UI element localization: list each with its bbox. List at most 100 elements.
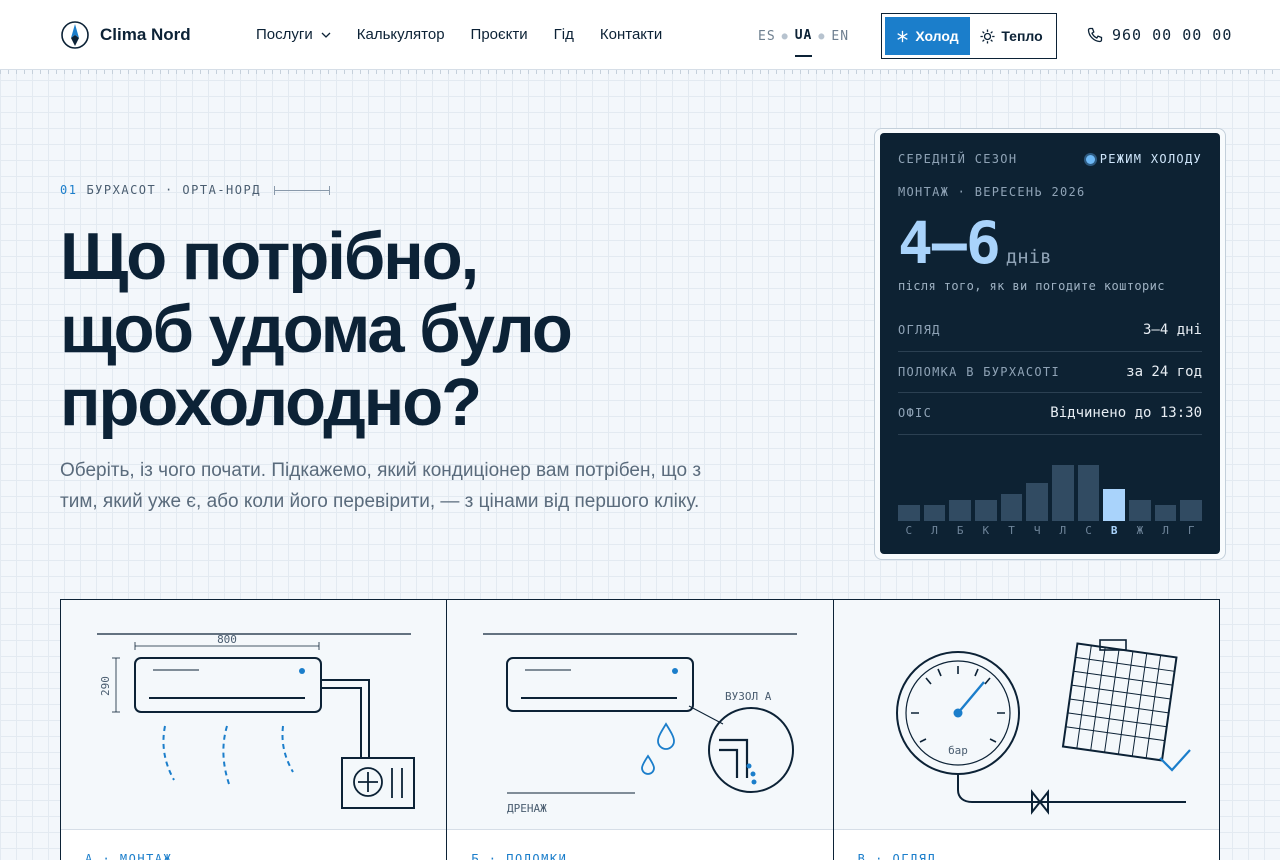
snowflake-icon: [897, 30, 908, 42]
feature-grid: 800 290 А · МОНТАЖ ВУЗОЛ А ДРЕНАЖ Б · ПО…: [60, 599, 1220, 860]
hero-title-line: прохолодно?: [60, 365, 482, 440]
sun-icon: [980, 28, 995, 44]
month-label: К: [982, 524, 990, 537]
feature-label: А · МОНТАЖ: [85, 852, 173, 860]
nav-item-services[interactable]: Послуги: [256, 26, 331, 43]
stat-label: ОГЛЯД: [898, 323, 941, 338]
season-bar: [1129, 500, 1151, 521]
nav-item-calculator[interactable]: Калькулятор: [357, 26, 445, 43]
month-label: Л: [1059, 524, 1067, 537]
duration-note: після того, як ви погодите кошторис: [898, 279, 1165, 293]
season-bar: [1077, 465, 1100, 521]
stat-value: Відчинено до 13:30: [1050, 405, 1202, 422]
feature-card-installation[interactable]: 800 290 А · МОНТАЖ: [61, 600, 448, 860]
badge-text: РЕЖИМ ХОЛОДУ: [1099, 152, 1202, 166]
feature-card-breakdowns[interactable]: ВУЗОЛ А ДРЕНАЖ Б · ПОЛОМКИ: [447, 600, 834, 860]
gauge-unit: бар: [948, 744, 968, 757]
season-bar: [975, 500, 997, 521]
month-label: Б: [956, 524, 964, 537]
node-label: ВУЗОЛ А: [725, 690, 772, 703]
feature-footer: А · МОНТАЖ: [61, 829, 447, 860]
eyebrow-number: 01: [60, 183, 78, 197]
stat-row: ОГЛЯД 3–4 дні: [898, 310, 1202, 352]
season-bar: [1026, 483, 1049, 521]
feature-label: В · ОГЛЯД: [857, 852, 937, 860]
ac-inspection-diagram: бар: [895, 639, 1191, 815]
season-bar: [1180, 500, 1203, 521]
season-label: СЕРЕДНІЙ СЕЗОН: [898, 152, 1018, 166]
feature-card-inspection[interactable]: бар В · ОГЛЯД: [833, 600, 1219, 860]
stat-value: за 24 год: [1126, 363, 1202, 380]
mode-warm-label: Тепло: [1001, 28, 1043, 44]
lang-separator: ●: [818, 31, 826, 42]
season-bar: [923, 505, 946, 521]
feature-footer: В · ОГЛЯД: [833, 829, 1219, 860]
feature-label: Б · ПОЛОМКИ: [471, 852, 568, 860]
phone-icon: [1087, 27, 1103, 43]
stat-label: ПОЛОМКА В БУРХАСОТІ: [898, 364, 1060, 379]
hero-title-line: щоб удома було: [60, 292, 573, 367]
nav-item-guide[interactable]: Гід: [554, 26, 574, 43]
stat-row: ПОЛОМКА В БУРХАСОТІ за 24 год: [898, 352, 1202, 393]
brand[interactable]: Clima Nord: [60, 20, 191, 50]
month-label: С: [905, 524, 913, 537]
season-bar: [949, 500, 972, 521]
nav-label-services: Послуги: [256, 26, 313, 43]
season-bar: [1103, 489, 1126, 521]
language-switcher: ES ● UA ● EN: [758, 28, 849, 57]
month-label: Ч: [1033, 524, 1041, 537]
eyebrow-rule: [273, 185, 330, 195]
installation-illustration: 800 290: [61, 600, 447, 829]
drain-label: ДРЕНАЖ: [507, 802, 547, 815]
breakdowns-illustration: ВУЗОЛ А ДРЕНАЖ: [447, 600, 833, 829]
hero-title: Що потрібно, щоб удома було прохолодно?: [60, 220, 780, 439]
main-nav: Послуги Калькулятор Проєкти Гід Контакти: [256, 26, 662, 43]
month-label: Г: [1187, 524, 1195, 537]
phone-link[interactable]: 960 00 00 00: [1087, 26, 1232, 44]
hero-subtitle: Оберіть, із чого почати. Підкажемо, який…: [60, 460, 702, 512]
phone-number: 960 00 00 00: [1112, 26, 1233, 44]
duration-unit: днів: [1005, 246, 1052, 268]
season-stats: ОГЛЯД 3–4 дні ПОЛОМКА В БУРХАСОТІ за 24 …: [898, 310, 1202, 435]
month-label: Л: [1162, 524, 1169, 537]
stat-row: ОФІС Відчинено до 13:30: [898, 393, 1202, 435]
month-label: В: [1110, 524, 1118, 537]
inspection-illustration: бар: [833, 600, 1219, 829]
season-bar: [898, 505, 920, 521]
mode-cold-label: Холод: [915, 28, 959, 44]
mode-warm-button[interactable]: Тепло: [970, 17, 1053, 55]
ac-breakdown-diagram: ВУЗОЛ А ДРЕНАЖ: [483, 633, 798, 815]
mode-cold-button[interactable]: Холод: [885, 17, 970, 55]
season-bar: [1000, 494, 1023, 521]
season-subtitle: МОНТАЖ · ВЕРЕСЕНЬ 2026: [898, 185, 1086, 199]
season-month-labels: СЛБКТЧЛСВЖЛГ: [898, 524, 1202, 537]
status-dot-icon: [1085, 154, 1095, 164]
lang-option-en[interactable]: EN: [831, 29, 849, 56]
lang-option-es[interactable]: ES: [758, 29, 776, 56]
duration-value: 4–6: [898, 209, 1001, 277]
nav-item-projects[interactable]: Проєкти: [471, 26, 528, 43]
month-label: Ж: [1136, 524, 1144, 537]
lang-separator: ●: [781, 31, 789, 42]
site-header: Clima Nord Послуги Калькулятор Проєкти Г…: [0, 0, 1280, 74]
ac-install-diagram: 800 290: [97, 633, 415, 809]
month-label: С: [1085, 524, 1092, 537]
mode-toggle: Холод Тепло: [881, 13, 1057, 59]
hero-title-line: Що потрібно,: [60, 219, 479, 294]
nav-item-contacts[interactable]: Контакти: [600, 26, 662, 43]
month-label: Л: [931, 524, 938, 537]
install-duration: 4–6 днів: [898, 209, 1052, 277]
stat-label: ОФІС: [898, 406, 933, 421]
hero-eyebrow: 01 БУРХАСОТ · ОРТА-НОРД: [60, 183, 330, 197]
cold-mode-badge: РЕЖИМ ХОЛОДУ: [1085, 152, 1202, 166]
lang-option-ua[interactable]: UA: [794, 28, 813, 57]
dimension-width: 800: [217, 633, 237, 646]
chevron-down-icon: [321, 32, 331, 38]
eyebrow-text: БУРХАСОТ · ОРТА-НОРД: [86, 183, 261, 197]
month-label: Т: [1008, 524, 1015, 537]
season-card-header: СЕРЕДНІЙ СЕЗОН РЕЖИМ ХОЛОДУ: [898, 152, 1202, 166]
brand-name: Clima Nord: [100, 25, 191, 44]
season-card: СЕРЕДНІЙ СЕЗОН РЕЖИМ ХОЛОДУ МОНТАЖ · ВЕР…: [880, 133, 1220, 554]
compass-logo-icon: [61, 21, 89, 49]
stat-value: 3–4 дні: [1142, 322, 1202, 339]
